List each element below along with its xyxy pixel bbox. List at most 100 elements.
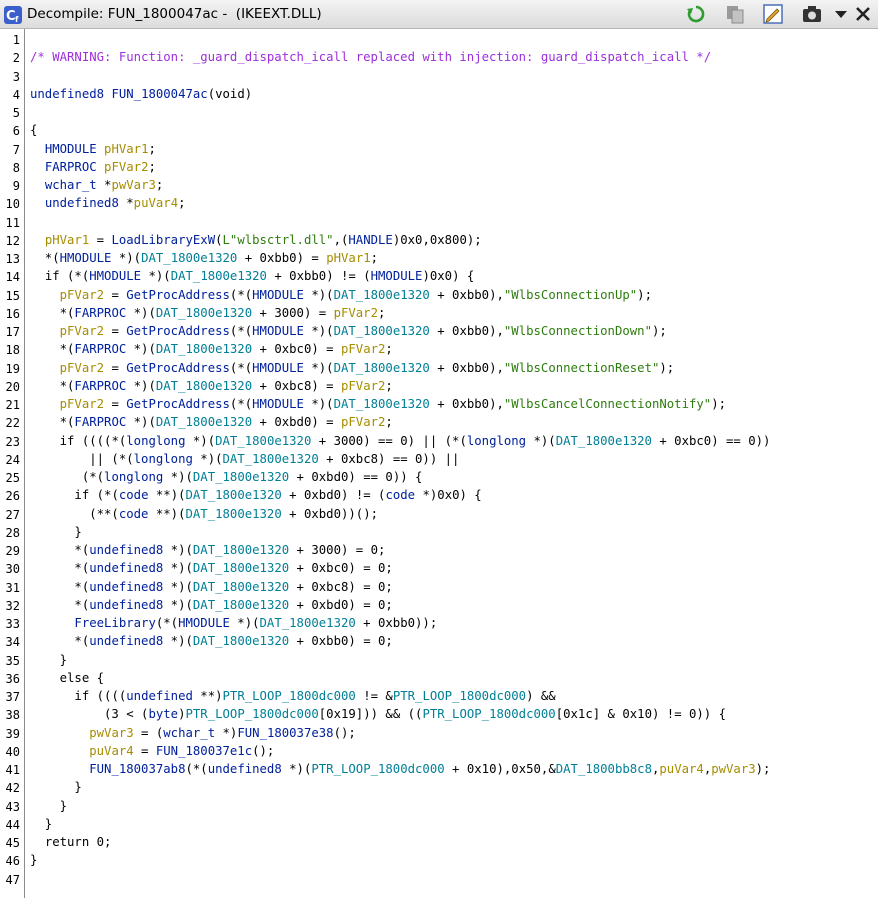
line-number: 5 xyxy=(12,106,20,120)
close-icon[interactable] xyxy=(852,3,874,25)
code-line[interactable]: /* WARNING: Function: _guard_dispatch_ic… xyxy=(30,50,711,64)
code-token: x1c xyxy=(570,707,593,722)
snapshot-icon[interactable] xyxy=(801,3,823,25)
code-line[interactable]: { xyxy=(30,123,37,137)
code-line[interactable]: puVar4 = FUN_180037e1c(); xyxy=(30,744,274,758)
code-line[interactable]: } xyxy=(30,653,67,667)
code-line[interactable]: HMODULE pHVar1; xyxy=(30,142,156,156)
code-line[interactable]: FARPROC pFVar2; xyxy=(30,160,156,174)
code-line[interactable]: pFVar2 = GetProcAddress(*(HMODULE *)(DAT… xyxy=(30,288,652,302)
copy-icon[interactable] xyxy=(724,3,746,25)
code-line[interactable]: *(undefined8 *)(DAT_1800e1320 + 0xbb0) =… xyxy=(30,634,392,649)
line-number: 25 xyxy=(5,471,20,485)
line-number: 47 xyxy=(5,872,20,887)
line-number: 3 xyxy=(12,69,20,84)
code-line[interactable]: *(FARPROC *)(DAT_1800e1320 + 0xbc0) = pF… xyxy=(30,342,393,356)
code-line[interactable]: *(undefined8 *)(DAT_1800e1320 + 0xbc0) =… xyxy=(30,561,392,576)
code-line[interactable]: *(HMODULE *)(DAT_1800e1320 + 0xbb0) = pH… xyxy=(30,251,378,265)
code-token: *)( xyxy=(163,543,193,557)
global-token: PTR_LOOP_1800dc000 xyxy=(185,707,319,722)
code-token: (); xyxy=(333,725,356,740)
line-number: 28 xyxy=(5,525,20,540)
line-number: 46 xyxy=(5,854,20,869)
code-line[interactable]: } xyxy=(30,525,81,539)
code-token: + 0 xyxy=(252,415,282,430)
code-line[interactable]: *(FARPROC *)(DAT_1800e1320 + 0xbd0) = pF… xyxy=(30,415,393,429)
code-token: ) xyxy=(244,86,253,101)
function-token: FUN_180037ab8 xyxy=(89,762,186,776)
code-line[interactable]: (*(longlong *)(DAT_1800e1320 + 0xbd0) ==… xyxy=(30,470,423,484)
code-line[interactable]: undefined8 FUN_1800047ac(void) xyxy=(30,87,252,101)
code-token: xbd0 xyxy=(311,506,341,521)
code-line[interactable]: *(FARPROC *)(DAT_1800e1320 + 0xbc8) = pF… xyxy=(30,379,393,393)
code-line[interactable]: } xyxy=(30,799,67,813)
code-token: *)( xyxy=(163,470,193,484)
code-token: *( xyxy=(30,342,75,357)
code-line[interactable]: wchar_t *pwVar3; xyxy=(30,178,163,192)
code-token: ); xyxy=(755,762,771,776)
code-line[interactable]: } xyxy=(30,780,81,794)
code-token: *)( xyxy=(111,251,142,265)
code-line[interactable]: pHVar1 = LoadLibraryExW(L"wlbsctrl.dll",… xyxy=(30,233,482,247)
code-token: ); xyxy=(651,324,667,338)
code-token: xbc0 xyxy=(681,433,712,448)
string-literal: "WlbsConnectionDown" xyxy=(503,324,652,338)
code-line[interactable]: if ((((undefined **)PTR_LOOP_1800dc000 !… xyxy=(30,689,555,703)
code-line[interactable]: *(undefined8 *)(DAT_1800e1320 + 0xbc8) =… xyxy=(30,580,392,594)
code-token: * xyxy=(96,178,112,192)
code-token: } xyxy=(30,798,68,813)
function-token: GetProcAddress xyxy=(126,287,230,302)
line-number-gutter: 1 2 3 4 5 6 7 8 9 10 11 12 13 14 15 16 17 18 19 20 21 22 23 24 2… xyxy=(0,29,25,898)
code-line[interactable]: *(undefined8 *)(DAT_1800e1320 + 3000) = … xyxy=(30,543,385,557)
code-token: ; xyxy=(148,159,156,174)
global-token: DAT_1800e1320 xyxy=(215,433,312,448)
code-token: = xyxy=(104,360,127,375)
code-token: = xyxy=(89,232,112,247)
code-line[interactable]: *(FARPROC *)(DAT_1800e1320 + 3000) = pFV… xyxy=(30,306,386,320)
code-line[interactable]: if (*(HMODULE *)(DAT_1800e1320 + 0xbb0) … xyxy=(30,269,474,283)
code-token: 0; xyxy=(89,835,112,849)
code-line[interactable]: FUN_180037ab8(*(undefined8 *)(PTR_LOOP_1… xyxy=(30,762,770,776)
global-token: DAT_1800e1320 xyxy=(155,342,253,357)
line-number: 33 xyxy=(5,617,20,631)
type-token: undefined8 xyxy=(89,634,164,649)
code-token: *)( xyxy=(526,433,556,448)
code-line[interactable]: else { xyxy=(30,671,104,685)
edit-icon[interactable] xyxy=(762,3,784,25)
decompiler-code-view[interactable]: 1 2 3 4 5 6 7 8 9 10 11 12 13 14 15 16 17 18 19 20 21 22 23 24 2… xyxy=(0,29,878,898)
code-token: xbc8 xyxy=(281,378,312,393)
code-line[interactable]: pFVar2 = GetProcAddress(*(HMODULE *)(DAT… xyxy=(30,324,667,338)
code-line[interactable]: return 0; xyxy=(30,835,112,849)
variable-token: pFVar2 xyxy=(341,342,386,357)
code-line[interactable]: pwVar3 = (wchar_t *)FUN_180037e38(); xyxy=(30,726,356,740)
code-token: + 0 xyxy=(289,597,319,612)
code-line[interactable]: pFVar2 = GetProcAddress(*(HMODULE *)(DAT… xyxy=(30,360,675,375)
line-number: 38 xyxy=(5,708,20,723)
code-line[interactable]: *(undefined8 *)(DAT_1800e1320 + 0xbd0) =… xyxy=(30,597,393,612)
code-token: *)0 xyxy=(415,488,445,503)
code-line[interactable]: } xyxy=(30,853,37,867)
type-token: longlong xyxy=(133,451,193,466)
refresh-icon[interactable] xyxy=(685,3,707,25)
code-line[interactable]: pFVar2 = GetProcAddress(*(HMODULE *)(DAT… xyxy=(30,397,726,411)
code-token: *)( xyxy=(126,378,156,393)
code-line[interactable]: undefined8 *puVar4; xyxy=(30,196,186,210)
code-line[interactable]: if ((((*(longlong *)(DAT_1800e1320 + 300… xyxy=(30,433,771,448)
code-token: ; xyxy=(385,342,393,357)
code-line[interactable]: (**(code **)(DAT_1800e1320 + 0xbd0))(); xyxy=(30,507,378,521)
code-line[interactable]: (3 < (byte)PTR_LOOP_1800dc000[0x19])) &&… xyxy=(30,707,726,721)
code-token: ) = 0; xyxy=(348,597,393,612)
code-line[interactable]: FreeLibrary(*(HMODULE *)(DAT_1800e1320 +… xyxy=(30,616,437,630)
code-line[interactable]: || (*(longlong *)(DAT_1800e1320 + 0xbc8)… xyxy=(30,452,459,466)
code-token: + 0 xyxy=(289,561,319,576)
chevron-down-icon[interactable] xyxy=(830,3,852,25)
code-line[interactable]: } xyxy=(30,817,52,831)
code-line[interactable]: if (*(code **)(DAT_1800e1320 + 0xbd0) !=… xyxy=(30,488,481,503)
global-token: PTR_LOOP_1800dc000 xyxy=(222,689,356,703)
code-token: *( xyxy=(30,543,90,557)
